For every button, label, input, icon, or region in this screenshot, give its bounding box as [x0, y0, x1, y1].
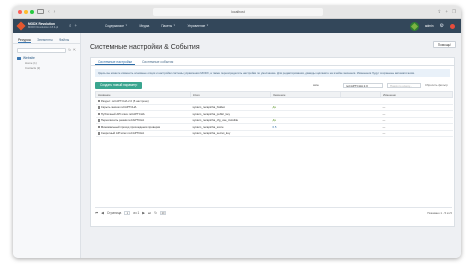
per-page-input[interactable]: 20 — [160, 210, 167, 215]
address-bar[interactable]: localhost — [153, 8, 323, 16]
expand-icon[interactable] — [97, 106, 100, 109]
table-row[interactable]: Секретный API ключ reCAPTCHA system_reca… — [95, 130, 453, 137]
tree-root-label: Website — [23, 56, 35, 60]
page-title: Системные настройки & События — [90, 44, 200, 51]
setting-name: Минимальный проход прохождения проверки — [100, 124, 161, 129]
prev-page-icon[interactable]: ◀ — [101, 211, 104, 215]
tree-root-website[interactable]: Website — [17, 56, 76, 60]
window-controls — [18, 10, 34, 14]
menu-label: Управление — [187, 24, 206, 28]
page-of-label: из 1 — [133, 210, 140, 215]
tabs-overview-icon[interactable]: ❐ — [452, 9, 456, 15]
first-page-icon[interactable]: ⏮ — [95, 211, 98, 215]
app-header: MODX Revolution MODX Revolution 2.8.3-pl… — [13, 19, 461, 33]
setting-value[interactable] — [270, 130, 341, 137]
power-icon[interactable] — [450, 23, 455, 29]
chevron-down-icon: ▼ — [125, 24, 128, 27]
refresh-icon[interactable]: ↻ — [154, 211, 157, 215]
collapse-toggle-icon[interactable] — [97, 99, 100, 103]
tab-system-events[interactable]: Системные события — [139, 58, 176, 65]
tree-item[interactable]: Contacts (2) — [25, 66, 80, 70]
expand-icon[interactable] — [97, 132, 100, 135]
tab-resources[interactable]: Ресурсы — [18, 38, 31, 43]
tree-item[interactable]: Home (1) — [25, 61, 80, 65]
setting-name: Секретный API ключ reCAPTCHA — [100, 131, 145, 136]
tree-search-input[interactable] — [17, 47, 67, 53]
menu-label: Пакеты — [161, 24, 173, 28]
tab-system-settings[interactable]: Системные настройки — [95, 58, 135, 65]
brand-version: MODX Revolution 2.8.3-pl — [28, 26, 59, 29]
page-label: Страница — [106, 210, 122, 215]
area-select[interactable]: reCAPTCHA 2.0 — [343, 83, 383, 88]
tab-files[interactable]: Файлы — [59, 38, 69, 43]
search-key-input[interactable]: Поиск по ключу... — [387, 83, 421, 88]
page-number-input[interactable]: 1 — [124, 210, 131, 215]
reset-filter-button[interactable]: Сбросить фильтр — [425, 83, 448, 88]
pagination: ⏮ ◀ Страница 1 из 1 ▶ ⏭ ↻ 20 Показано 1 … — [95, 207, 452, 215]
username[interactable]: admin — [425, 24, 434, 28]
expand-icon[interactable] — [97, 125, 100, 129]
folder-icon — [17, 56, 21, 60]
empty-cell — [340, 130, 381, 137]
refresh-icon[interactable]: ↻ — [68, 48, 71, 52]
grid-toolbar: Создать новый параметр core reCAPTCHA 2.… — [91, 80, 454, 91]
setting-name: Переключить режим reCAPTCHA — [100, 118, 145, 123]
expand-icon[interactable] — [97, 112, 100, 116]
pager-info: Показано 1 - 5 из 5 — [427, 210, 452, 215]
modx-logo-icon[interactable] — [16, 21, 26, 31]
last-page-icon[interactable]: ⏭ — [148, 211, 151, 215]
expand-icon[interactable] — [97, 119, 100, 122]
menu-label: Медиа — [139, 24, 150, 28]
menu-label: Содержимое — [105, 24, 125, 28]
tab-elements[interactable]: Элементы — [37, 38, 53, 43]
settings-card: Системные настройки Системные события Зд… — [90, 57, 455, 227]
avatar[interactable] — [409, 21, 419, 31]
chevron-down-icon: ▼ — [206, 24, 209, 27]
setting-name: Скрыть значок reCAPTCHA — [100, 105, 137, 110]
settings-table: Название Ключ Значение Изменено Раздел: … — [95, 91, 453, 137]
menu-manage[interactable]: Управление ▼ — [182, 19, 215, 33]
collapse-icon[interactable]: ⇱ — [73, 48, 76, 52]
setting-name: Публичный API ключ reCAPTCHA — [100, 111, 145, 116]
namespace-select[interactable]: core — [313, 83, 339, 88]
chevron-down-icon: ▼ — [173, 24, 176, 27]
zoom-window-button[interactable] — [30, 10, 34, 14]
forward-arrow-icon[interactable]: › — [54, 9, 56, 15]
main-content: Системные настройки & События Помощь! Си… — [81, 33, 461, 258]
menu-media[interactable]: Медиа — [133, 19, 155, 33]
browser-window: ‹ › localhost ⇪ + ❐ MODX Revolution MODX… — [13, 6, 461, 258]
setting-key: system_recaptcha_secret_key — [190, 130, 271, 137]
brand: MODX Revolution MODX Revolution 2.8.3-pl — [28, 22, 58, 30]
gear-icon[interactable]: ⚙ — [440, 21, 444, 31]
resource-tree-panel: Ресурсы Элементы Файлы ↻ ⇱ Website Home … — [13, 33, 81, 258]
info-text: Здесь вы можете изменить основные опции … — [95, 69, 450, 77]
browser-toolbar: ‹ › localhost ⇪ + ❐ — [13, 6, 461, 19]
help-button[interactable]: Помощь! — [432, 41, 456, 48]
plus-icon[interactable]: + — [75, 22, 78, 29]
create-setting-button[interactable]: Создать новый параметр — [95, 82, 143, 89]
setting-modified: — — [380, 130, 453, 137]
share-icon[interactable]: ⇪ — [438, 9, 442, 15]
new-tab-icon[interactable]: + — [445, 9, 448, 15]
group-label: Раздел: reCAPTCHA 2.0 (5 настроек) — [100, 98, 149, 103]
menu-packages[interactable]: Пакеты ▼ — [155, 19, 181, 33]
close-window-button[interactable] — [18, 10, 22, 14]
sidebar-toggle-icon[interactable] — [37, 9, 44, 14]
top-menu: Содержимое ▼ Медиа Пакеты ▼ Управление ▼ — [99, 19, 215, 33]
menu-content[interactable]: Содержимое ▼ — [99, 19, 133, 33]
minimize-window-button[interactable] — [24, 10, 28, 14]
back-arrow-icon[interactable]: ‹ — [48, 9, 50, 15]
next-page-icon[interactable]: ▶ — [142, 211, 145, 215]
search-icon[interactable]: ⌕ — [69, 22, 72, 29]
